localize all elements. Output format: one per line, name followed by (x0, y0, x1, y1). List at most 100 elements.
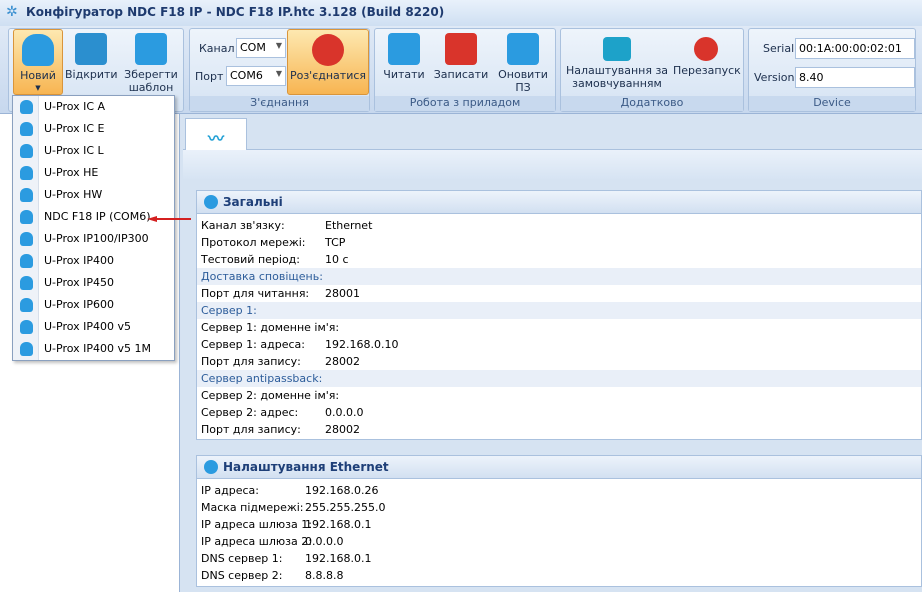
menu-item-label: U-Prox IP100/IP300 (44, 232, 149, 245)
property-value: 192.168.0.26 (305, 484, 379, 497)
ethernet-title: Налаштування Ethernet (223, 460, 389, 474)
menu-item[interactable]: U-Prox IC L (13, 140, 174, 162)
property-row[interactable]: IP адреса: 192.168.0.26 (197, 482, 921, 499)
book-icon (75, 33, 107, 65)
property-value: 28002 (325, 355, 360, 368)
download-icon (445, 33, 477, 65)
new-label: Новий (20, 69, 56, 82)
device-icon (20, 122, 33, 136)
property-row[interactable]: Порт для читання: 28001 (197, 285, 921, 302)
property-label: DNS сервер 1: (201, 552, 283, 565)
general-title: Загальні (223, 195, 283, 209)
defaults-button[interactable]: Налаштування за замовчуванням (565, 29, 669, 90)
firmware-icon (507, 33, 539, 65)
property-label: Маска підмережі: (201, 501, 304, 514)
property-value: 192.168.0.1 (305, 518, 372, 531)
property-row[interactable]: Тестовий період: 10 с (197, 251, 921, 268)
property-value: 0.0.0.0 (305, 535, 344, 548)
property-value: TCP (325, 236, 346, 249)
restart-label: Перезапуск (673, 64, 741, 77)
update-firmware-button[interactable]: Оновити ПЗ (493, 29, 553, 94)
update-label: Оновити ПЗ (498, 68, 548, 94)
property-row[interactable]: Сервер 2: адрес: 0.0.0.0 (197, 404, 921, 421)
property-row[interactable]: Сервер 1: адреса: 192.168.0.10 (197, 336, 921, 353)
device-work-group: Читати Записати Оновити ПЗ Робота з прил… (374, 28, 556, 112)
tab-network[interactable]: 〰 (185, 118, 247, 150)
device-work-group-label: Робота з приладом (375, 96, 555, 111)
menu-item-label: U-Prox IP400 v5 1M (44, 342, 152, 355)
restart-button[interactable]: Перезапуск (673, 29, 741, 77)
disconnect-button[interactable]: Роз'єднатися (287, 29, 369, 95)
version-label: Version (754, 71, 795, 84)
menu-item[interactable]: U-Prox IC A (13, 96, 174, 118)
menu-item-label: U-Prox IC E (44, 122, 105, 135)
device-icon (204, 195, 218, 209)
menu-item[interactable]: U-Prox HE (13, 162, 174, 184)
tab-toolbar (183, 149, 922, 179)
disconnect-label: Роз'єднатися (289, 69, 367, 82)
menu-item-label: U-Prox IP450 (44, 276, 115, 289)
serial-field: 00:1A:00:00:02:01 (795, 38, 915, 59)
read-label: Читати (383, 68, 425, 81)
channel-select[interactable]: COM ▼ (236, 38, 286, 58)
property-row[interactable]: Канал зв'язку: Ethernet (197, 217, 921, 234)
device-icon (22, 34, 54, 66)
port-value: COM6 (230, 69, 263, 82)
read-button[interactable]: Читати (379, 29, 429, 81)
bank-icon (603, 37, 631, 61)
device-type-menu: U-Prox IC A U-Prox IC E U-Prox IC L U-Prox … (12, 95, 175, 361)
menu-item-label: U-Prox IP400 v5 (44, 320, 132, 333)
menu-item[interactable]: U-Prox IC E (13, 118, 174, 140)
serial-label: Serial (763, 42, 795, 55)
menu-item[interactable]: U-Prox IP400 v5 1M (13, 338, 174, 360)
menu-item-label: U-Prox IC A (44, 100, 106, 113)
property-row[interactable]: Сервер 2: доменне ім'я: (197, 387, 921, 404)
property-row[interactable]: Порт для запису: 28002 (197, 353, 921, 370)
menu-item-label: U-Prox HW (44, 188, 103, 201)
menu-item-label: U-Prox IP600 (44, 298, 115, 311)
connection-group: Канал COM ▼ Порт COM6 ▼ Роз'єднатися З'єдн… (189, 28, 370, 112)
menu-item-label: U-Prox IC L (44, 144, 104, 157)
menu-item[interactable]: U-Prox IP400 (13, 250, 174, 272)
new-button[interactable]: Новий ▼ (13, 29, 63, 95)
property-group-row[interactable]: Сервер antipassback: (197, 370, 921, 387)
property-value: 192.168.0.1 (305, 552, 372, 565)
property-row[interactable]: Сервер 1: доменне ім'я: (197, 319, 921, 336)
menu-item[interactable]: U-Prox IP600 (13, 294, 174, 316)
property-label: DNS сервер 2: (201, 569, 283, 582)
property-label: IP адреса: (201, 484, 259, 497)
property-value: 28001 (325, 287, 360, 300)
port-label: Порт (195, 70, 224, 83)
menu-item[interactable]: U-Prox IP400 v5 (13, 316, 174, 338)
version-field: 8.40 (795, 67, 915, 88)
menu-item-label: U-Prox HE (44, 166, 99, 179)
device-icon (20, 298, 33, 312)
property-row[interactable]: Протокол мережі: TCP (197, 234, 921, 251)
property-row[interactable]: DNS сервер 1: 192.168.0.1 (197, 550, 921, 567)
property-value: 255.255.255.0 (305, 501, 386, 514)
menu-item[interactable]: U-Prox IP100/IP300 (13, 228, 174, 250)
device-icon (20, 100, 33, 114)
write-button[interactable]: Записати (433, 29, 489, 81)
property-row[interactable]: IP адреса шлюза 1: 192.168.0.1 (197, 516, 921, 533)
chevron-down-icon: ▼ (275, 41, 282, 50)
property-row[interactable]: Порт для запису: 28002 (197, 421, 921, 438)
property-label: Порт для запису: (201, 355, 301, 368)
property-group-row[interactable]: Сервер 1: (197, 302, 921, 319)
window-title-bar: ✲ Конфігуратор NDC F18 IP - NDC F18 IP.h… (0, 0, 922, 26)
device-icon (20, 144, 33, 158)
menu-item[interactable]: U-Prox IP450 (13, 272, 174, 294)
ethernet-section: Налаштування Ethernet IP адреса: 192.168.… (196, 455, 922, 587)
open-button[interactable]: Відкрити (65, 29, 118, 81)
property-row[interactable]: DNS сервер 2: 8.8.8.8 (197, 567, 921, 584)
device-icon (20, 320, 33, 334)
menu-item-label: NDC F18 IP (COM6) (44, 210, 151, 223)
property-row[interactable]: Маска підмережі: 255.255.255.0 (197, 499, 921, 516)
menu-item[interactable]: U-Prox HW (13, 184, 174, 206)
chevron-down-icon: ▼ (35, 84, 41, 92)
property-group-row[interactable]: Доставка сповіщень: (197, 268, 921, 285)
device-icon (20, 166, 33, 180)
port-select[interactable]: COM6 ▼ (226, 66, 286, 86)
property-row[interactable]: IP адреса шлюза 2: 0.0.0.0 (197, 533, 921, 550)
save-template-button[interactable]: Зберегти шаблон (121, 29, 181, 94)
